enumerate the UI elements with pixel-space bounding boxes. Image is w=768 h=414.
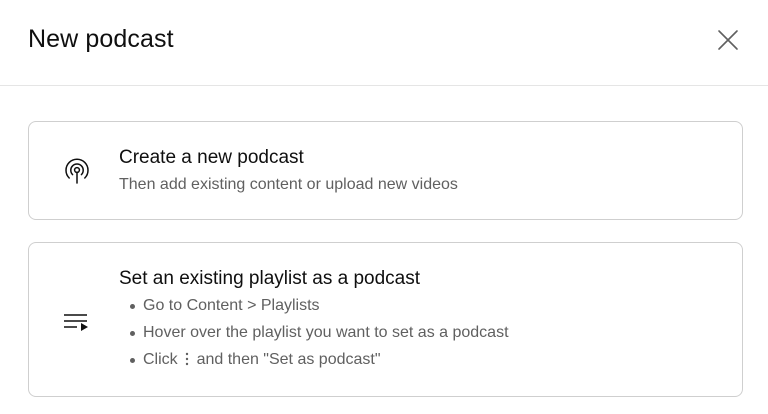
list-item: Click and then "Set as podcast": [119, 349, 509, 376]
step-text-prefix: Click: [143, 351, 178, 368]
step-text: Hover over the playlist you want to set …: [143, 324, 509, 341]
close-button[interactable]: [706, 18, 750, 62]
set-playlist-title: Set an existing playlist as a podcast: [119, 268, 421, 289]
list-item: Hover over the playlist you want to set …: [119, 322, 509, 349]
dialog-title: New podcast: [28, 25, 174, 53]
create-new-podcast-option[interactable]: Create a new podcast Then add existing c…: [28, 121, 743, 220]
list-item: Go to Content > Playlists: [119, 295, 509, 322]
podcast-icon: [61, 156, 93, 188]
close-icon: [718, 30, 738, 50]
step-text: Go to Content > Playlists: [143, 297, 320, 314]
playlist-icon: [61, 306, 93, 338]
bullet-icon: [130, 358, 135, 363]
create-podcast-subtitle: Then add existing content or upload new …: [119, 176, 458, 193]
bullet-icon: [130, 331, 135, 336]
dialog-header: New podcast: [0, 0, 768, 86]
step-text-suffix: and then "Set as podcast": [196, 351, 381, 368]
create-podcast-title: Create a new podcast: [119, 147, 304, 168]
bullet-icon: [130, 304, 135, 309]
instruction-list: Go to Content > Playlists Hover over the…: [119, 295, 509, 376]
set-playlist-as-podcast-option[interactable]: Set an existing playlist as a podcast Go…: [28, 242, 743, 397]
more-vert-icon: [182, 349, 192, 371]
new-podcast-dialog: New podcast Create a new podcast Then ad…: [0, 0, 768, 414]
